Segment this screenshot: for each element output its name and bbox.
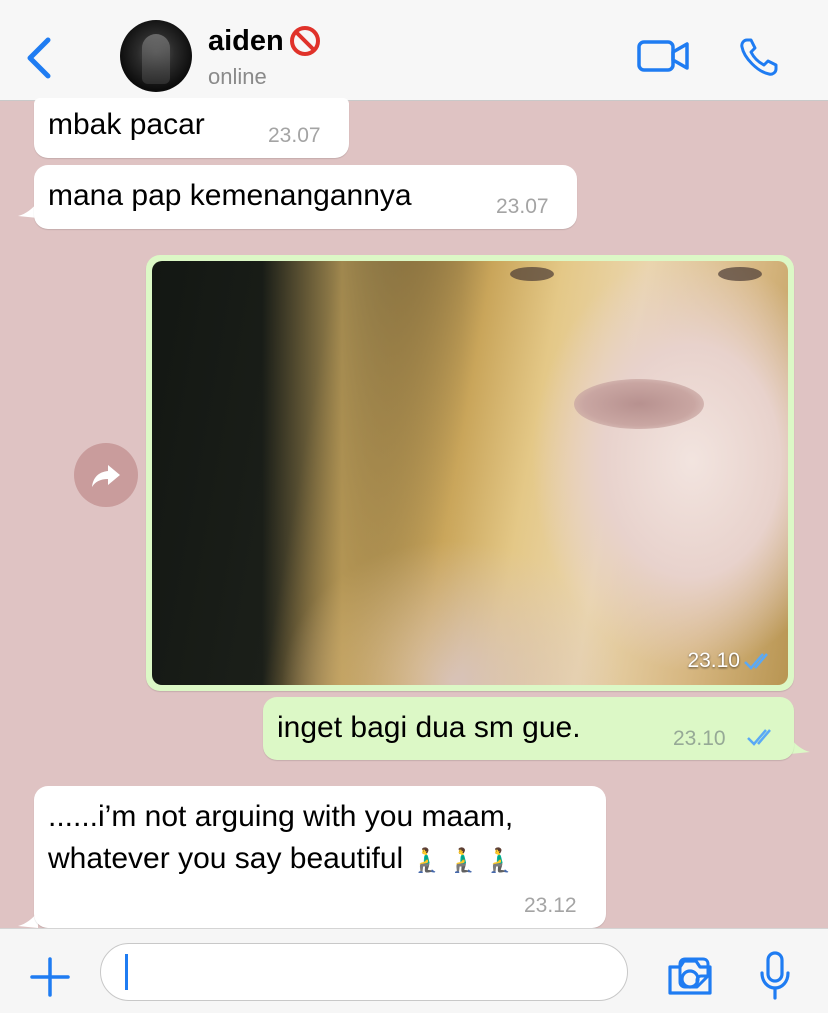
video-camera-icon[interactable] xyxy=(636,38,690,74)
message-bubble-incoming[interactable]: mana pap kemenangannya 23.07 xyxy=(34,165,577,229)
contact-status: online xyxy=(208,64,267,89)
photo-message-bubble[interactable]: 23.10 xyxy=(146,255,794,691)
message-input-bar xyxy=(0,928,828,1013)
message-time: 23.07 xyxy=(496,195,549,218)
message-time: 23.10 xyxy=(673,727,726,750)
chevron-left-icon[interactable] xyxy=(22,34,56,82)
message-bubble-incoming[interactable]: mbak pacar 23.07 xyxy=(34,98,349,158)
block-icon xyxy=(289,26,320,56)
message-line: ......i’m not arguing with you maam, xyxy=(48,800,514,833)
kneeling-person-emoji: 🧎‍♂️ 🧎‍♂️ 🧎‍♂️ xyxy=(411,847,515,874)
plus-icon[interactable] xyxy=(30,957,70,997)
double-check-icon xyxy=(744,653,768,670)
message-bubble-incoming[interactable]: ......i’m not arguing with you maam, wha… xyxy=(34,786,606,928)
message-text: whatever you say beautiful xyxy=(48,842,404,875)
message-text: inget bagi dua sm gue. xyxy=(277,711,581,744)
double-check-icon xyxy=(747,729,771,746)
phone-icon[interactable] xyxy=(738,36,780,78)
message-line: whatever you say beautiful 🧎‍♂️ 🧎‍♂️ 🧎‍♂… xyxy=(48,842,515,876)
contact-name-row[interactable]: aiden xyxy=(208,24,322,58)
message-time: 23.07 xyxy=(268,124,321,147)
contact-name: aiden xyxy=(208,24,284,57)
photo-image[interactable]: 23.10 xyxy=(152,261,788,685)
message-bubble-outgoing[interactable]: inget bagi dua sm gue. 23.10 xyxy=(263,697,794,760)
message-time: 23.12 xyxy=(524,894,577,917)
microphone-icon[interactable] xyxy=(758,951,792,1001)
message-time: 23.10 xyxy=(687,649,740,672)
message-text: mana pap kemenangannya xyxy=(48,179,412,212)
message-text: mbak pacar xyxy=(48,108,205,141)
chat-header: aiden online xyxy=(0,0,828,101)
forward-button[interactable] xyxy=(74,443,138,507)
message-input[interactable] xyxy=(123,954,567,992)
forward-icon xyxy=(92,465,120,487)
avatar[interactable] xyxy=(120,20,192,92)
message-input-field[interactable] xyxy=(100,943,710,1001)
camera-icon[interactable] xyxy=(666,957,714,997)
